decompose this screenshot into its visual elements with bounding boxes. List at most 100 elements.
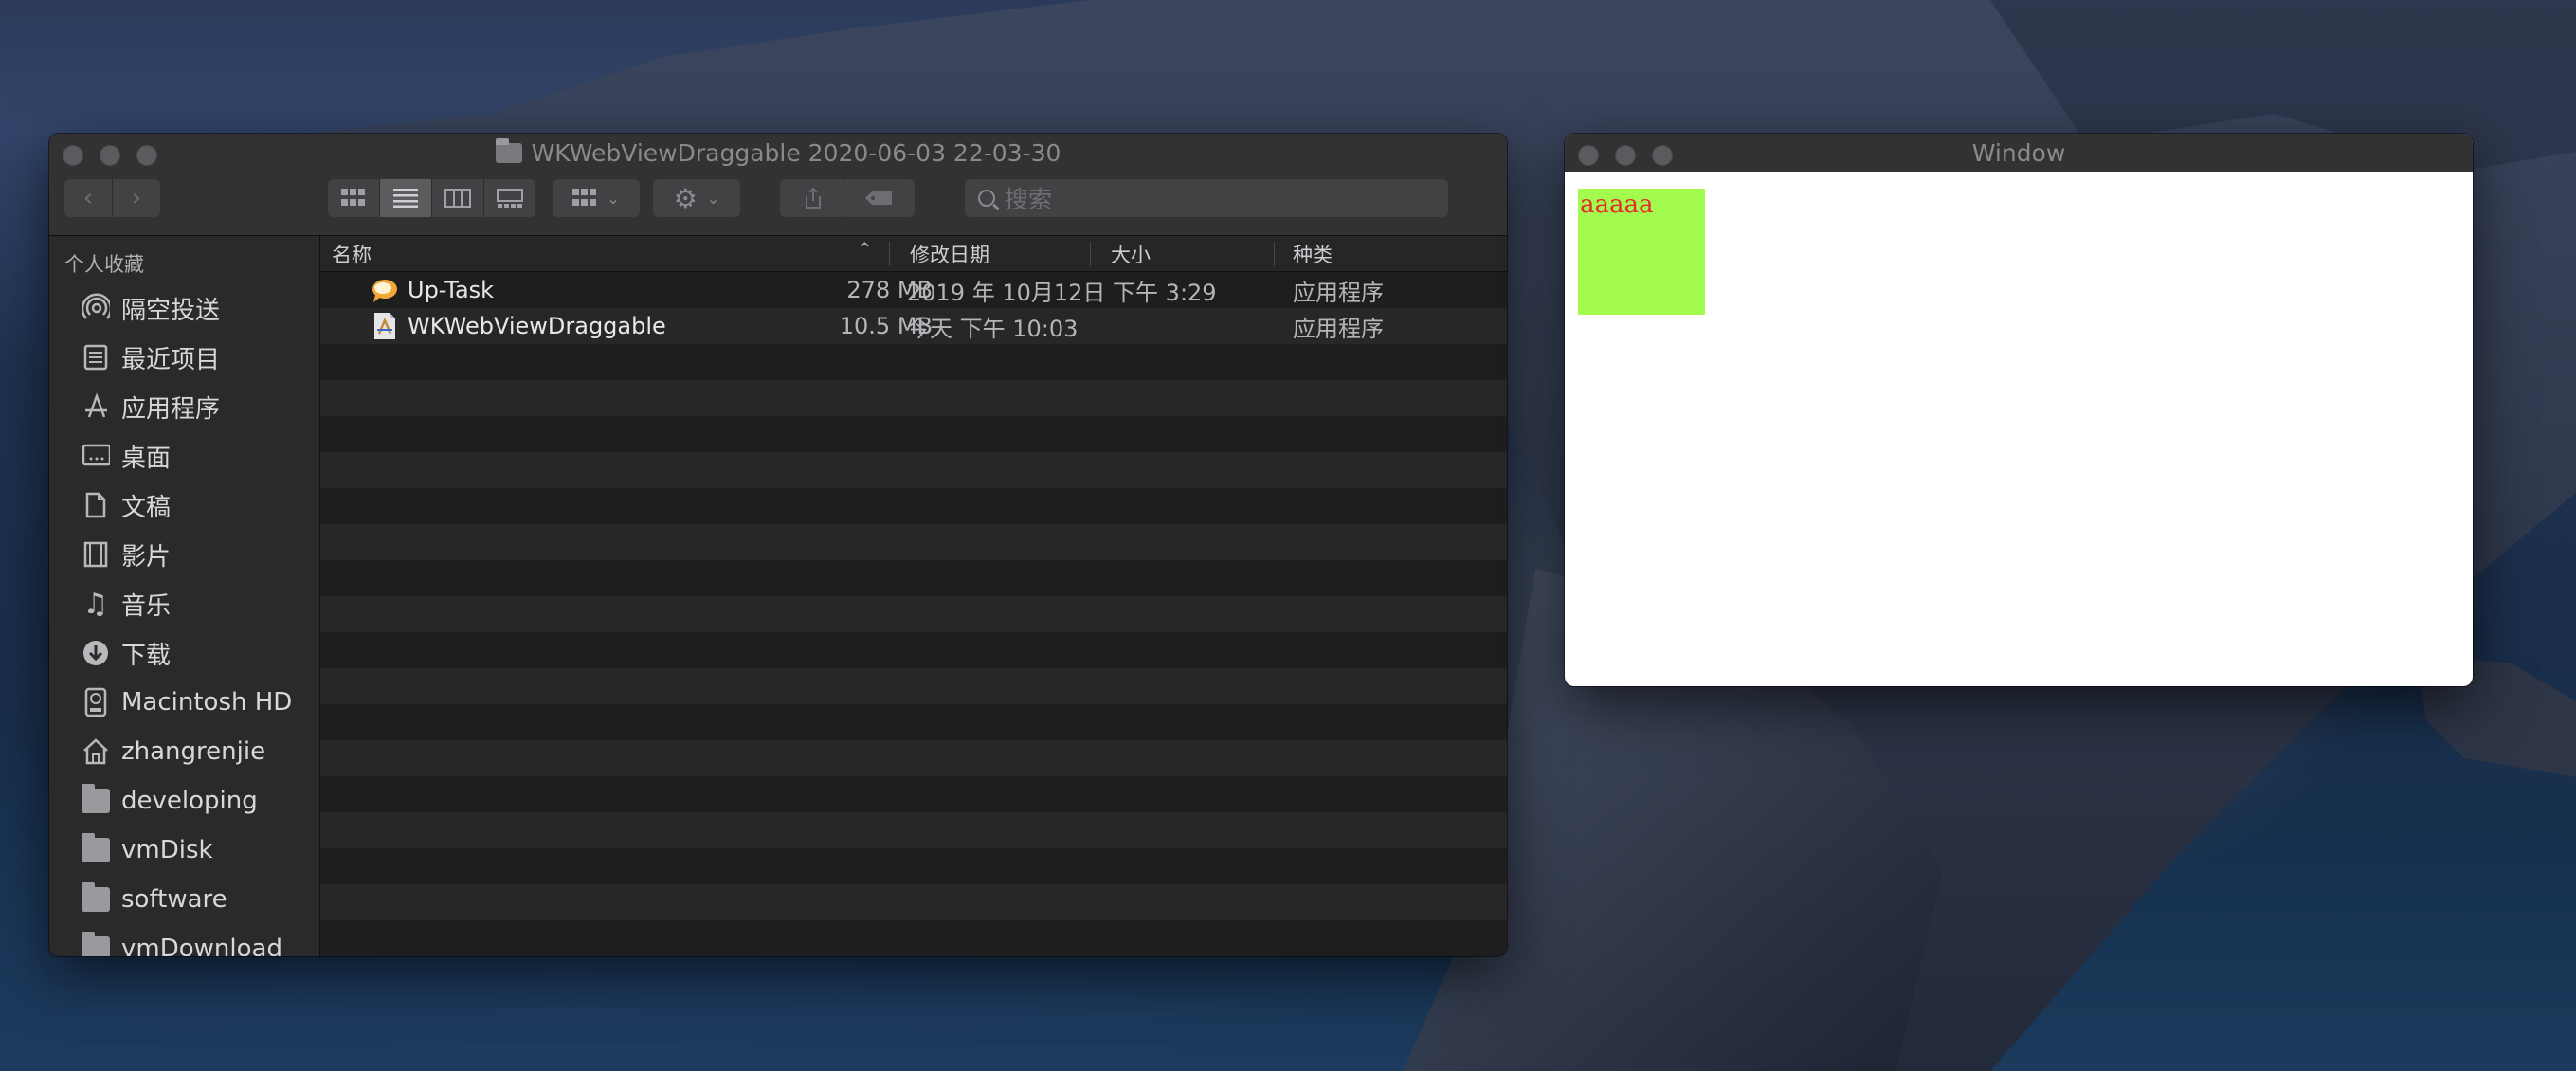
forward-button[interactable]: › [113, 179, 160, 217]
column-separator[interactable] [1274, 242, 1275, 266]
file-kind: 应用程序 [1293, 279, 1384, 306]
columns-icon [444, 189, 471, 208]
file-modified: 今天 下午 10:03 [907, 315, 1079, 342]
search-icon [978, 190, 995, 207]
applications-icon [82, 392, 110, 421]
back-button[interactable]: ‹ [64, 179, 113, 217]
close-button[interactable] [1578, 145, 1599, 166]
column-header-kind[interactable]: 种类 [1293, 236, 1333, 271]
sidebar-item-label: 下载 [121, 641, 172, 670]
sidebar-item-label: 应用程序 [121, 394, 221, 424]
column-kind-label: 种类 [1293, 243, 1333, 266]
draggable-box[interactable]: aaaaa [1578, 189, 1705, 315]
sidebar-item-vmdownload[interactable]: vmDownload [49, 924, 319, 956]
airdrop-icon [82, 293, 110, 322]
group-grid-icon [572, 189, 597, 206]
sidebar-item-label: software [121, 885, 227, 914]
view-mode-segment [328, 179, 535, 217]
column-header-name[interactable]: 名称 [332, 236, 372, 271]
column-view-button[interactable] [432, 179, 484, 217]
sidebar-item-macintosh-hd[interactable]: Macintosh HD [49, 678, 319, 727]
share-button[interactable] [780, 179, 846, 217]
column-name-label: 名称 [332, 243, 372, 266]
search-field[interactable]: 搜索 [965, 179, 1448, 217]
sidebar-item-home[interactable]: zhangrenjie [49, 727, 319, 776]
chevron-down-icon: ⌄ [706, 189, 720, 208]
group-button[interactable]: ⌄ [553, 179, 640, 217]
finder-toolbar: ‹ › ⌄ ⚙ ⌄ 搜索 [49, 179, 1507, 221]
file-list: 名称 ⌃ 修改日期 大小 种类 Up-Task 2019 年 10月12日 下午… [320, 236, 1507, 956]
tag-icon [865, 191, 892, 205]
app-window: Window aaaaa [1565, 134, 2473, 686]
sidebar-heading: 个人收藏 [64, 253, 144, 276]
chevron-down-icon: ⌄ [607, 189, 620, 208]
sidebar-item-label: Macintosh HD [121, 688, 293, 717]
file-size: 10.5 MB [839, 313, 933, 339]
sidebar-item-label: 最近项目 [121, 345, 221, 374]
zoom-button[interactable] [136, 145, 157, 166]
search-placeholder: 搜索 [1005, 186, 1053, 213]
sidebar-item-developing[interactable]: developing [49, 776, 319, 826]
icon-view-button[interactable] [328, 179, 380, 217]
minimize-button[interactable] [100, 145, 120, 166]
sidebar-item-desktop[interactable]: 桌面 [49, 431, 319, 481]
finder-window: WKWebViewDraggable 2020-06-03 22-03-30 ‹… [49, 134, 1507, 956]
gear-icon: ⚙ [673, 182, 698, 214]
action-button[interactable]: ⚙ ⌄ [653, 179, 740, 217]
window-title: Window [1971, 138, 2066, 167]
minimize-button[interactable] [1615, 145, 1636, 166]
close-button[interactable] [63, 145, 83, 166]
list-view-button[interactable] [380, 179, 432, 217]
disk-icon [82, 687, 110, 717]
list-header: 名称 ⌃ 修改日期 大小 种类 [320, 236, 1507, 272]
desktop-icon [82, 442, 110, 470]
sidebar-item-label: 影片 [121, 542, 172, 572]
sidebar-item-music[interactable]: ♫ 音乐 [49, 579, 319, 628]
gallery-view-button[interactable] [484, 179, 535, 217]
sidebar-item-recents[interactable]: 最近项目 [49, 333, 319, 382]
column-header-size[interactable]: 大小 [1111, 236, 1151, 271]
traffic-lights [1578, 145, 1673, 166]
folder-icon [495, 137, 522, 163]
folder-icon [82, 882, 110, 914]
column-separator[interactable] [1090, 242, 1091, 266]
app-document-icon [372, 311, 398, 347]
music-icon: ♫ [82, 587, 109, 621]
sidebar-item-airdrop[interactable]: 隔空投送 [49, 283, 319, 333]
file-name: WKWebViewDraggable [408, 313, 666, 339]
sidebar-item-applications[interactable]: 应用程序 [49, 382, 319, 431]
tags-button[interactable] [843, 179, 915, 217]
gallery-icon [497, 189, 523, 208]
file-modified: 2019 年 10月12日 下午 3:29 [907, 279, 1217, 306]
nav-buttons: ‹ › [64, 179, 160, 217]
sidebar-item-vmdisk[interactable]: vmDisk [49, 826, 319, 875]
sidebar-item-label: 桌面 [121, 444, 172, 473]
finder-toolbar-area: WKWebViewDraggable 2020-06-03 22-03-30 ‹… [49, 134, 1507, 236]
grid-icon [341, 189, 365, 206]
zoom-button[interactable] [1652, 145, 1673, 166]
sidebar-item-documents[interactable]: 文稿 [49, 481, 319, 530]
finder-title: WKWebViewDraggable 2020-06-03 22-03-30 [495, 137, 1061, 167]
sidebar-item-downloads[interactable]: 下载 [49, 628, 319, 678]
sidebar-item-label: zhangrenjie [121, 737, 266, 766]
downloads-icon [82, 639, 110, 667]
table-row[interactable]: Up-Task 2019 年 10月12日 下午 3:29 278 MB 应用程… [320, 272, 1507, 308]
sidebar-item-label: developing [121, 787, 258, 815]
documents-icon [82, 491, 110, 519]
folder-icon [82, 932, 110, 956]
column-header-modified[interactable]: 修改日期 [910, 236, 989, 271]
sidebar-item-label: vmDisk [121, 836, 213, 864]
finder-titlebar[interactable]: WKWebViewDraggable 2020-06-03 22-03-30 [49, 134, 1507, 172]
column-modified-label: 修改日期 [910, 243, 989, 266]
traffic-lights [63, 145, 157, 166]
sidebar-item-label: 音乐 [121, 591, 172, 621]
column-size-label: 大小 [1111, 243, 1151, 266]
home-icon [82, 737, 110, 766]
sidebar-item-software[interactable]: software [49, 875, 319, 924]
movies-icon [82, 540, 110, 569]
column-separator[interactable] [889, 242, 890, 266]
table-row[interactable]: WKWebViewDraggable 今天 下午 10:03 10.5 MB 应… [320, 308, 1507, 344]
window-titlebar[interactable]: Window [1565, 134, 2473, 172]
sidebar-item-movies[interactable]: 影片 [49, 530, 319, 579]
folder-icon [82, 833, 110, 864]
